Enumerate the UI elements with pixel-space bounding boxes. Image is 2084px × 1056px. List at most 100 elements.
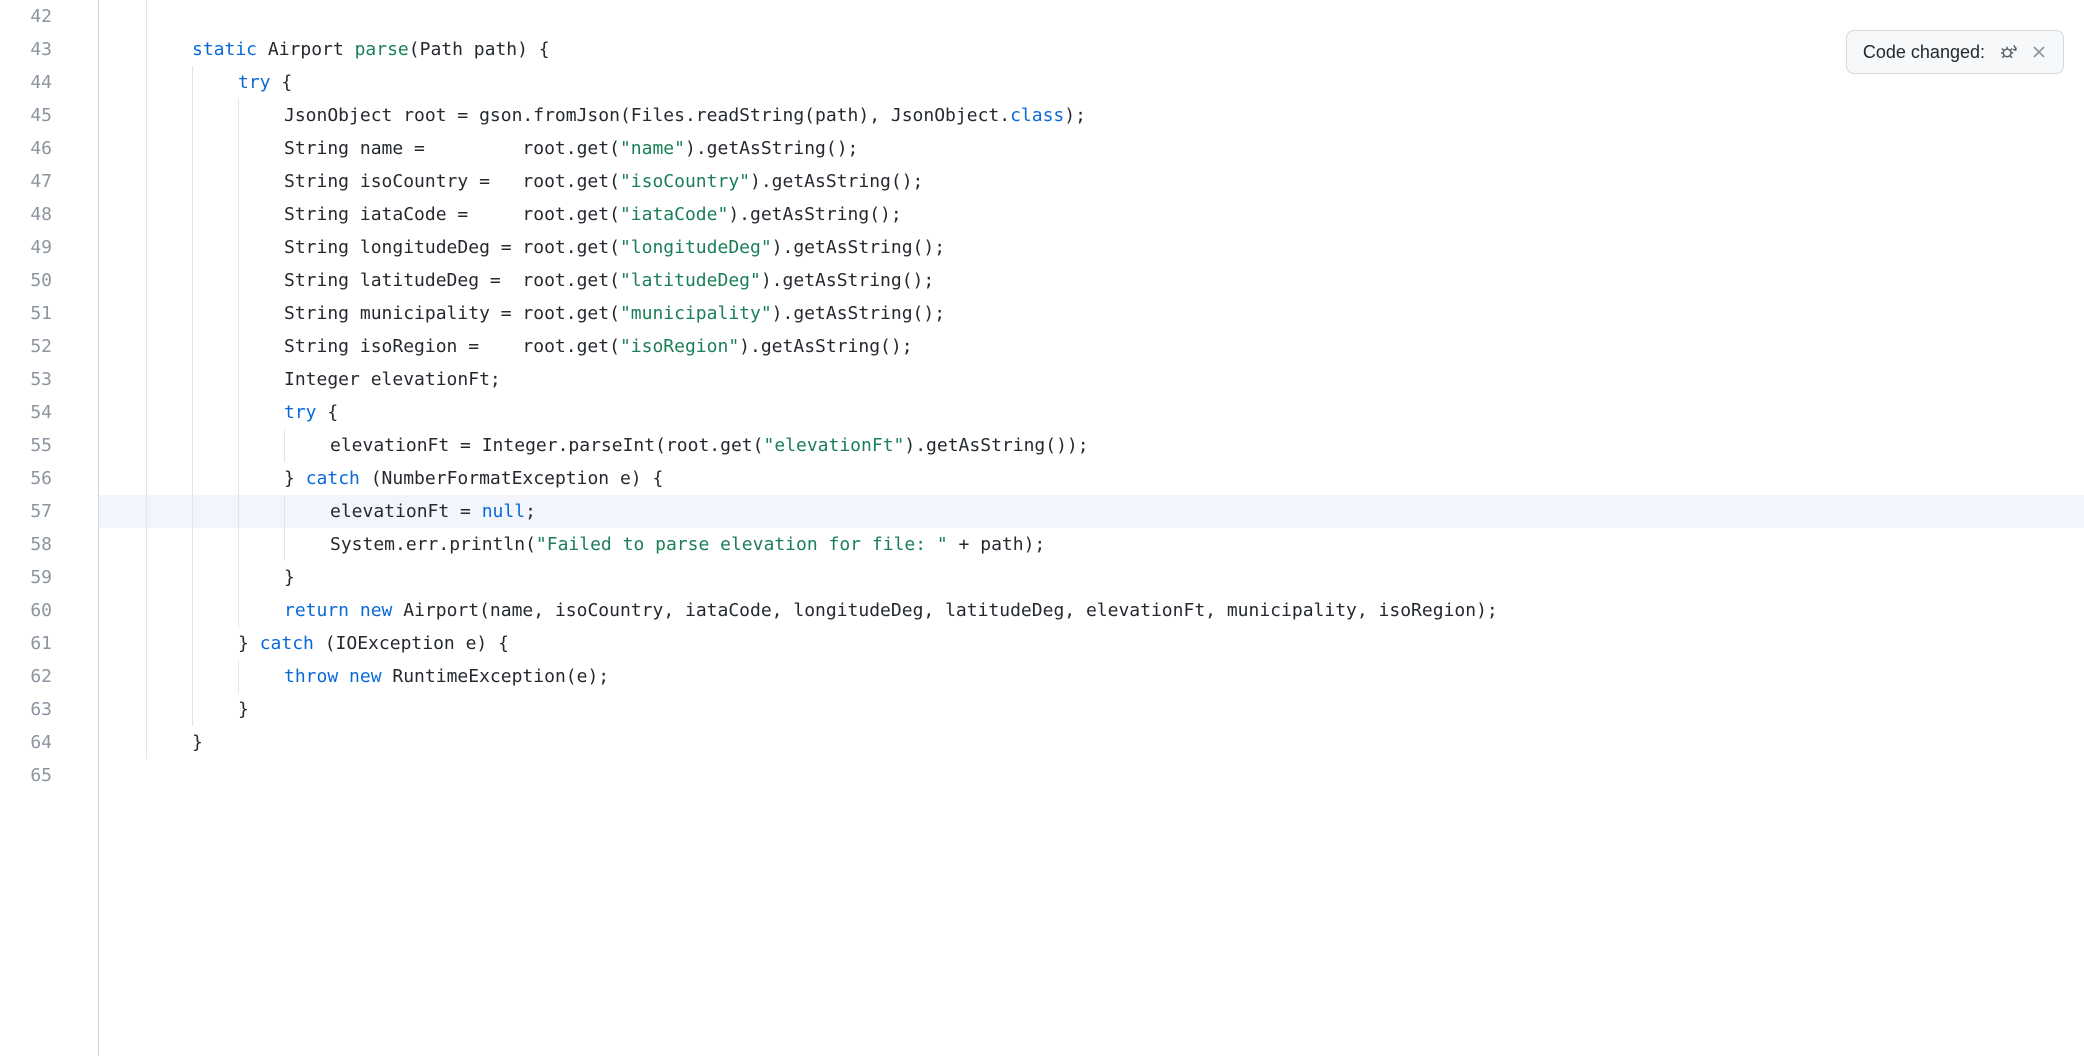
indent-guide	[192, 363, 193, 396]
indent-guide	[238, 99, 239, 132]
indent-guide	[192, 297, 193, 330]
code-line[interactable]: try {	[99, 66, 2084, 99]
code-line[interactable]: }	[99, 693, 2084, 726]
indent-guide	[146, 693, 147, 726]
line-number: 53	[0, 363, 52, 396]
indent-guide	[284, 528, 285, 561]
indent-guide	[146, 33, 147, 66]
code-line[interactable]: throw new RuntimeException(e);	[99, 660, 2084, 693]
line-number: 49	[0, 231, 52, 264]
indent-guide	[238, 231, 239, 264]
code-line[interactable]: String municipality = root.get("municipa…	[99, 297, 2084, 330]
line-number: 54	[0, 396, 52, 429]
code-text: elevationFt = Integer.parseInt(root.get(…	[99, 435, 1089, 456]
line-number: 52	[0, 330, 52, 363]
code-text: String isoRegion = root.get("isoRegion")…	[99, 336, 913, 357]
indent-guide	[146, 561, 147, 594]
indent-guide	[146, 0, 147, 33]
debug-refresh-icon[interactable]	[1997, 41, 2019, 63]
line-number: 57	[0, 495, 52, 528]
code-text: String name = root.get("name").getAsStri…	[99, 138, 858, 159]
code-text: static Airport parse(Path path) {	[99, 39, 550, 60]
code-line[interactable]: try {	[99, 396, 2084, 429]
indent-guide	[146, 297, 147, 330]
indent-guide	[192, 693, 193, 726]
code-line[interactable]: elevationFt = null;	[99, 495, 2084, 528]
code-line[interactable]: String isoRegion = root.get("isoRegion")…	[99, 330, 2084, 363]
line-number: 59	[0, 561, 52, 594]
indent-guide	[238, 429, 239, 462]
code-text: String isoCountry = root.get("isoCountry…	[99, 171, 923, 192]
indent-guide	[192, 396, 193, 429]
indent-guide	[192, 627, 193, 660]
code-line[interactable]: String longitudeDeg = root.get("longitud…	[99, 231, 2084, 264]
code-text: return new Airport(name, isoCountry, iat…	[99, 600, 1498, 621]
line-number: 42	[0, 0, 52, 33]
code-line[interactable]: } catch (NumberFormatException e) {	[99, 462, 2084, 495]
code-line[interactable]: static Airport parse(Path path) {	[99, 33, 2084, 66]
indent-guide	[192, 264, 193, 297]
code-text: try {	[99, 72, 292, 93]
indent-guide	[192, 660, 193, 693]
code-text: elevationFt = null;	[99, 501, 536, 522]
line-number: 64	[0, 726, 52, 759]
line-number: 43	[0, 33, 52, 66]
indent-guide	[238, 297, 239, 330]
line-number: 62	[0, 660, 52, 693]
indent-guide	[192, 330, 193, 363]
code-line[interactable]: return new Airport(name, isoCountry, iat…	[99, 594, 2084, 627]
code-line[interactable]: String latitudeDeg = root.get("latitudeD…	[99, 264, 2084, 297]
indent-guide	[192, 198, 193, 231]
indent-guide	[192, 66, 193, 99]
indent-guide	[238, 198, 239, 231]
indent-guide	[192, 495, 193, 528]
code-line[interactable]: }	[99, 726, 2084, 759]
code-text: Integer elevationFt;	[99, 369, 501, 390]
code-text: }	[99, 732, 203, 753]
code-text: throw new RuntimeException(e);	[99, 666, 609, 687]
indent-guide	[146, 396, 147, 429]
code-line[interactable]: String name = root.get("name").getAsStri…	[99, 132, 2084, 165]
line-number: 58	[0, 528, 52, 561]
code-line[interactable]: }	[99, 561, 2084, 594]
code-line[interactable]: elevationFt = Integer.parseInt(root.get(…	[99, 429, 2084, 462]
code-line[interactable]	[99, 759, 2084, 792]
indent-guide	[146, 330, 147, 363]
indent-guide	[146, 462, 147, 495]
indent-guide	[192, 594, 193, 627]
code-line[interactable]: String iataCode = root.get("iataCode").g…	[99, 198, 2084, 231]
indent-guide	[146, 627, 147, 660]
line-number: 47	[0, 165, 52, 198]
line-number: 55	[0, 429, 52, 462]
indent-guide	[146, 495, 147, 528]
indent-guide	[238, 165, 239, 198]
line-number: 45	[0, 99, 52, 132]
indent-guide	[192, 462, 193, 495]
code-line[interactable]: Integer elevationFt;	[99, 363, 2084, 396]
code-changed-notification: Code changed:	[1846, 30, 2064, 74]
notification-label: Code changed:	[1863, 42, 1985, 63]
code-text: } catch (NumberFormatException e) {	[99, 468, 663, 489]
code-line[interactable]: } catch (IOException e) {	[99, 627, 2084, 660]
indent-guide	[238, 528, 239, 561]
code-line[interactable]	[99, 0, 2084, 33]
code-line[interactable]: String isoCountry = root.get("isoCountry…	[99, 165, 2084, 198]
code-text: String longitudeDeg = root.get("longitud…	[99, 237, 945, 258]
indent-guide	[146, 660, 147, 693]
line-number: 44	[0, 66, 52, 99]
indent-guide	[146, 132, 147, 165]
line-number: 60	[0, 594, 52, 627]
code-area[interactable]: static Airport parse(Path path) { try { Js…	[99, 0, 2084, 1056]
indent-guide	[146, 528, 147, 561]
indent-guide	[146, 66, 147, 99]
code-line[interactable]: JsonObject root = gson.fromJson(Files.re…	[99, 99, 2084, 132]
indent-guide	[192, 165, 193, 198]
close-icon[interactable]	[2031, 44, 2047, 60]
code-line[interactable]: System.err.println("Failed to parse elev…	[99, 528, 2084, 561]
indent-guide	[146, 165, 147, 198]
code-editor[interactable]: 4243444546474849505152535455565758596061…	[0, 0, 2084, 1056]
indent-guide	[192, 132, 193, 165]
indent-guide	[146, 231, 147, 264]
code-text: String latitudeDeg = root.get("latitudeD…	[99, 270, 934, 291]
code-text: String municipality = root.get("municipa…	[99, 303, 945, 324]
